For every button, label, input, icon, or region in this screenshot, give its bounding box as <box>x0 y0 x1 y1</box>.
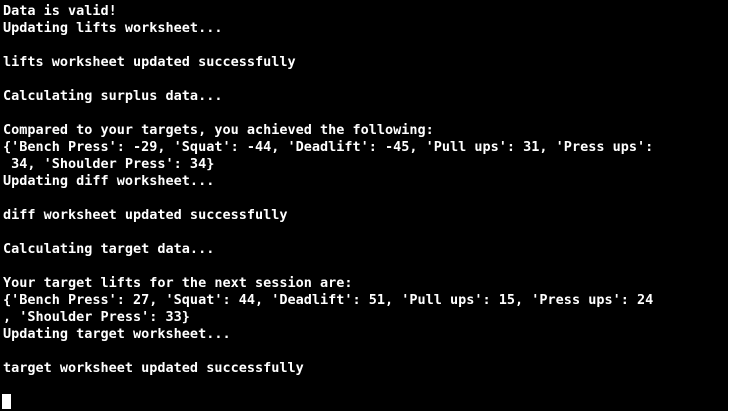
terminal-cursor[interactable] <box>2 394 11 409</box>
terminal-line: diff worksheet updated successfully <box>3 207 288 223</box>
terminal-line: {'Bench Press': -29, 'Squat': -44, 'Dead… <box>3 139 654 155</box>
terminal-line: Updating diff worksheet... <box>3 173 215 189</box>
terminal-line: {'Bench Press': 27, 'Squat': 44, 'Deadli… <box>3 292 654 308</box>
terminal-line: Your target lifts for the next session a… <box>3 275 353 291</box>
terminal-line: Data is valid! <box>3 3 117 19</box>
terminal-line: 34, 'Shoulder Press': 34} <box>3 156 215 172</box>
terminal-line: Calculating surplus data... <box>3 88 223 104</box>
window-edge <box>728 0 734 411</box>
terminal-line: Calculating target data... <box>3 241 215 257</box>
terminal-window[interactable]: Data is valid! Updating lifts worksheet.… <box>0 0 728 411</box>
terminal-line: , 'Shoulder Press': 33} <box>3 309 190 325</box>
terminal-line: target worksheet updated successfully <box>3 360 304 376</box>
terminal-line: Compared to your targets, you achieved t… <box>3 122 434 138</box>
terminal-line: Updating lifts worksheet... <box>3 20 223 36</box>
terminal-output: Data is valid! Updating lifts worksheet.… <box>3 3 728 377</box>
terminal-line: lifts worksheet updated successfully <box>3 54 296 70</box>
terminal-line: Updating target worksheet... <box>3 326 231 342</box>
